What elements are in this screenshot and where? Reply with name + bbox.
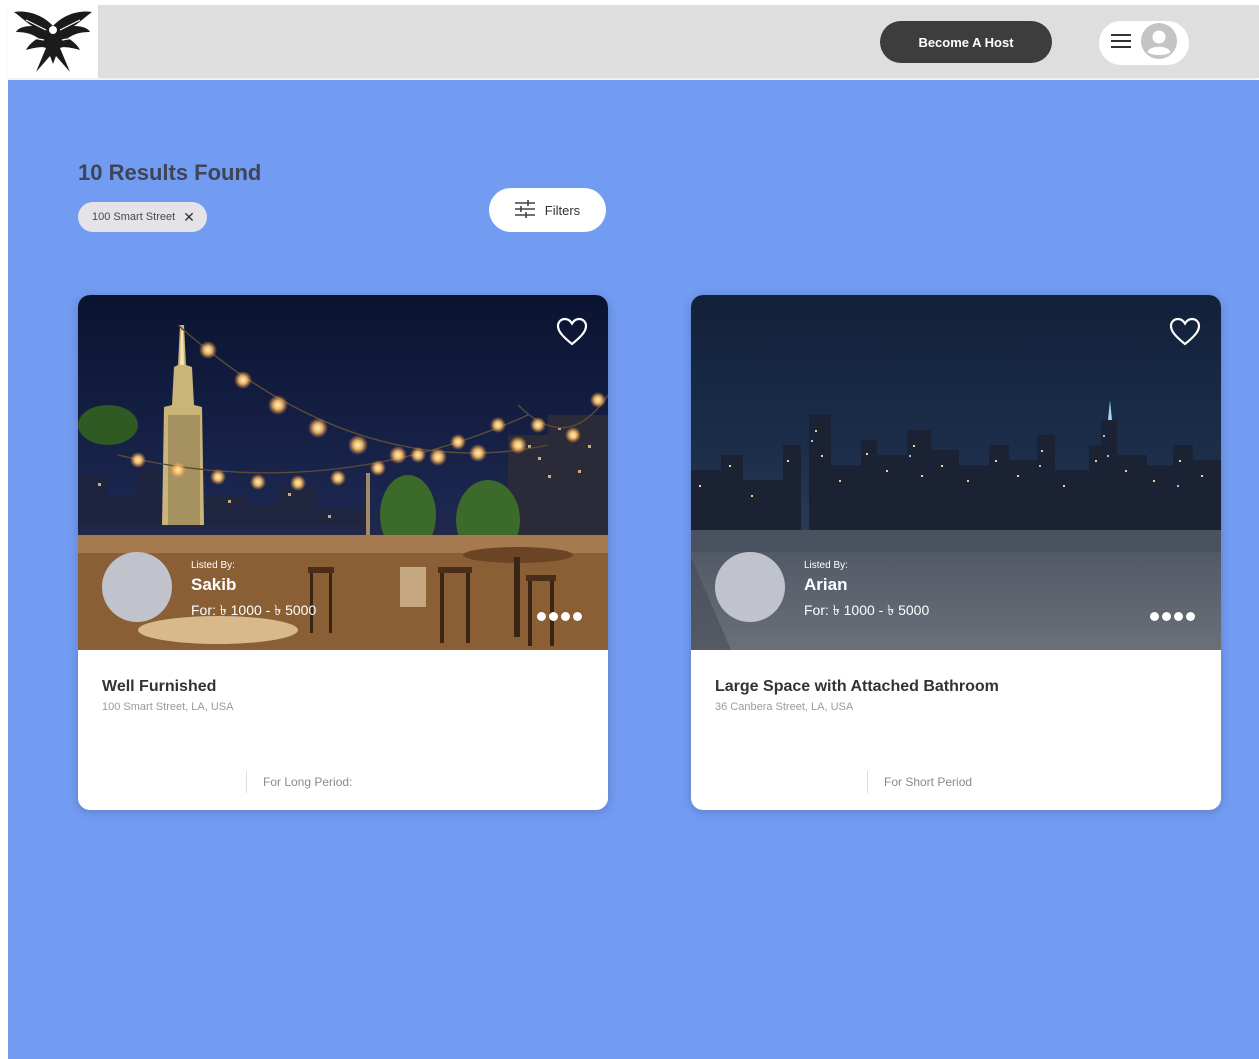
carousel-dot[interactable] — [573, 612, 582, 621]
rental-period: For Long Period: — [246, 771, 352, 793]
carousel-dot[interactable] — [549, 612, 558, 621]
image-carousel-dots[interactable] — [1150, 612, 1195, 621]
listing-title[interactable]: Well Furnished — [102, 678, 216, 696]
price-range: For: ৳ 1000 - ৳ 5000 — [804, 602, 930, 618]
host-info: Listed By: Arian For: ৳ 1000 - ৳ 5000 — [804, 560, 929, 623]
close-icon[interactable]: ✕ — [183, 210, 195, 224]
host-name: Arian — [804, 575, 848, 594]
eagle-logo[interactable] — [8, 5, 98, 78]
carousel-dot[interactable] — [537, 612, 546, 621]
become-a-host-button[interactable]: Become A Host — [880, 21, 1052, 63]
listing-card[interactable]: Listed By: Sakib For: ৳ 1000 - ৳ 5000 We… — [78, 295, 608, 810]
image-carousel-dots[interactable] — [537, 612, 582, 621]
results-area: 10 Results Found 100 Smart Street ✕ Filt… — [8, 80, 1259, 1059]
carousel-dot[interactable] — [1150, 612, 1159, 621]
listing-title[interactable]: Large Space with Attached Bathroom — [715, 678, 999, 696]
listing-address: 100 Smart Street, LA, USA — [102, 701, 234, 713]
listing-card[interactable]: Listed By: Arian For: ৳ 1000 - ৳ 5000 La… — [691, 295, 1221, 810]
user-avatar-icon — [1141, 22, 1177, 64]
hamburger-menu-icon — [1111, 33, 1131, 54]
rental-period: For Short Period — [867, 771, 972, 793]
host-avatar — [102, 552, 172, 622]
host-info: Listed By: Sakib For: ৳ 1000 - ৳ 5000 — [191, 560, 316, 623]
listing-photo[interactable]: Listed By: Arian For: ৳ 1000 - ৳ 5000 — [691, 295, 1221, 650]
listed-by-label: Listed By: — [804, 560, 848, 571]
carousel-dot[interactable] — [1174, 612, 1183, 621]
filters-button[interactable]: Filters — [489, 188, 606, 232]
listing-address: 36 Canbera Street, LA, USA — [715, 701, 854, 713]
listing-photo[interactable]: Listed By: Sakib For: ৳ 1000 - ৳ 5000 — [78, 295, 608, 650]
favorite-heart-icon[interactable] — [1169, 317, 1201, 347]
period-label: For Long Period: — [263, 775, 353, 789]
sliders-icon — [514, 199, 535, 221]
carousel-dot[interactable] — [1186, 612, 1195, 621]
carousel-dot[interactable] — [561, 612, 570, 621]
top-navbar: Become A Host — [8, 5, 1259, 78]
favorite-heart-icon[interactable] — [556, 317, 588, 347]
host-avatar — [715, 552, 785, 622]
active-filter-chip[interactable]: 100 Smart Street ✕ — [78, 202, 207, 232]
results-count-title: 10 Results Found — [78, 160, 262, 185]
listed-by-label: Listed By: — [191, 560, 235, 571]
chip-label: 100 Smart Street — [92, 211, 176, 223]
host-name: Sakib — [191, 575, 237, 594]
price-range: For: ৳ 1000 - ৳ 5000 — [191, 602, 317, 618]
carousel-dot[interactable] — [1162, 612, 1171, 621]
user-menu-button[interactable] — [1099, 21, 1189, 65]
filters-label: Filters — [544, 202, 581, 218]
period-label: For Short Period — [884, 775, 973, 789]
